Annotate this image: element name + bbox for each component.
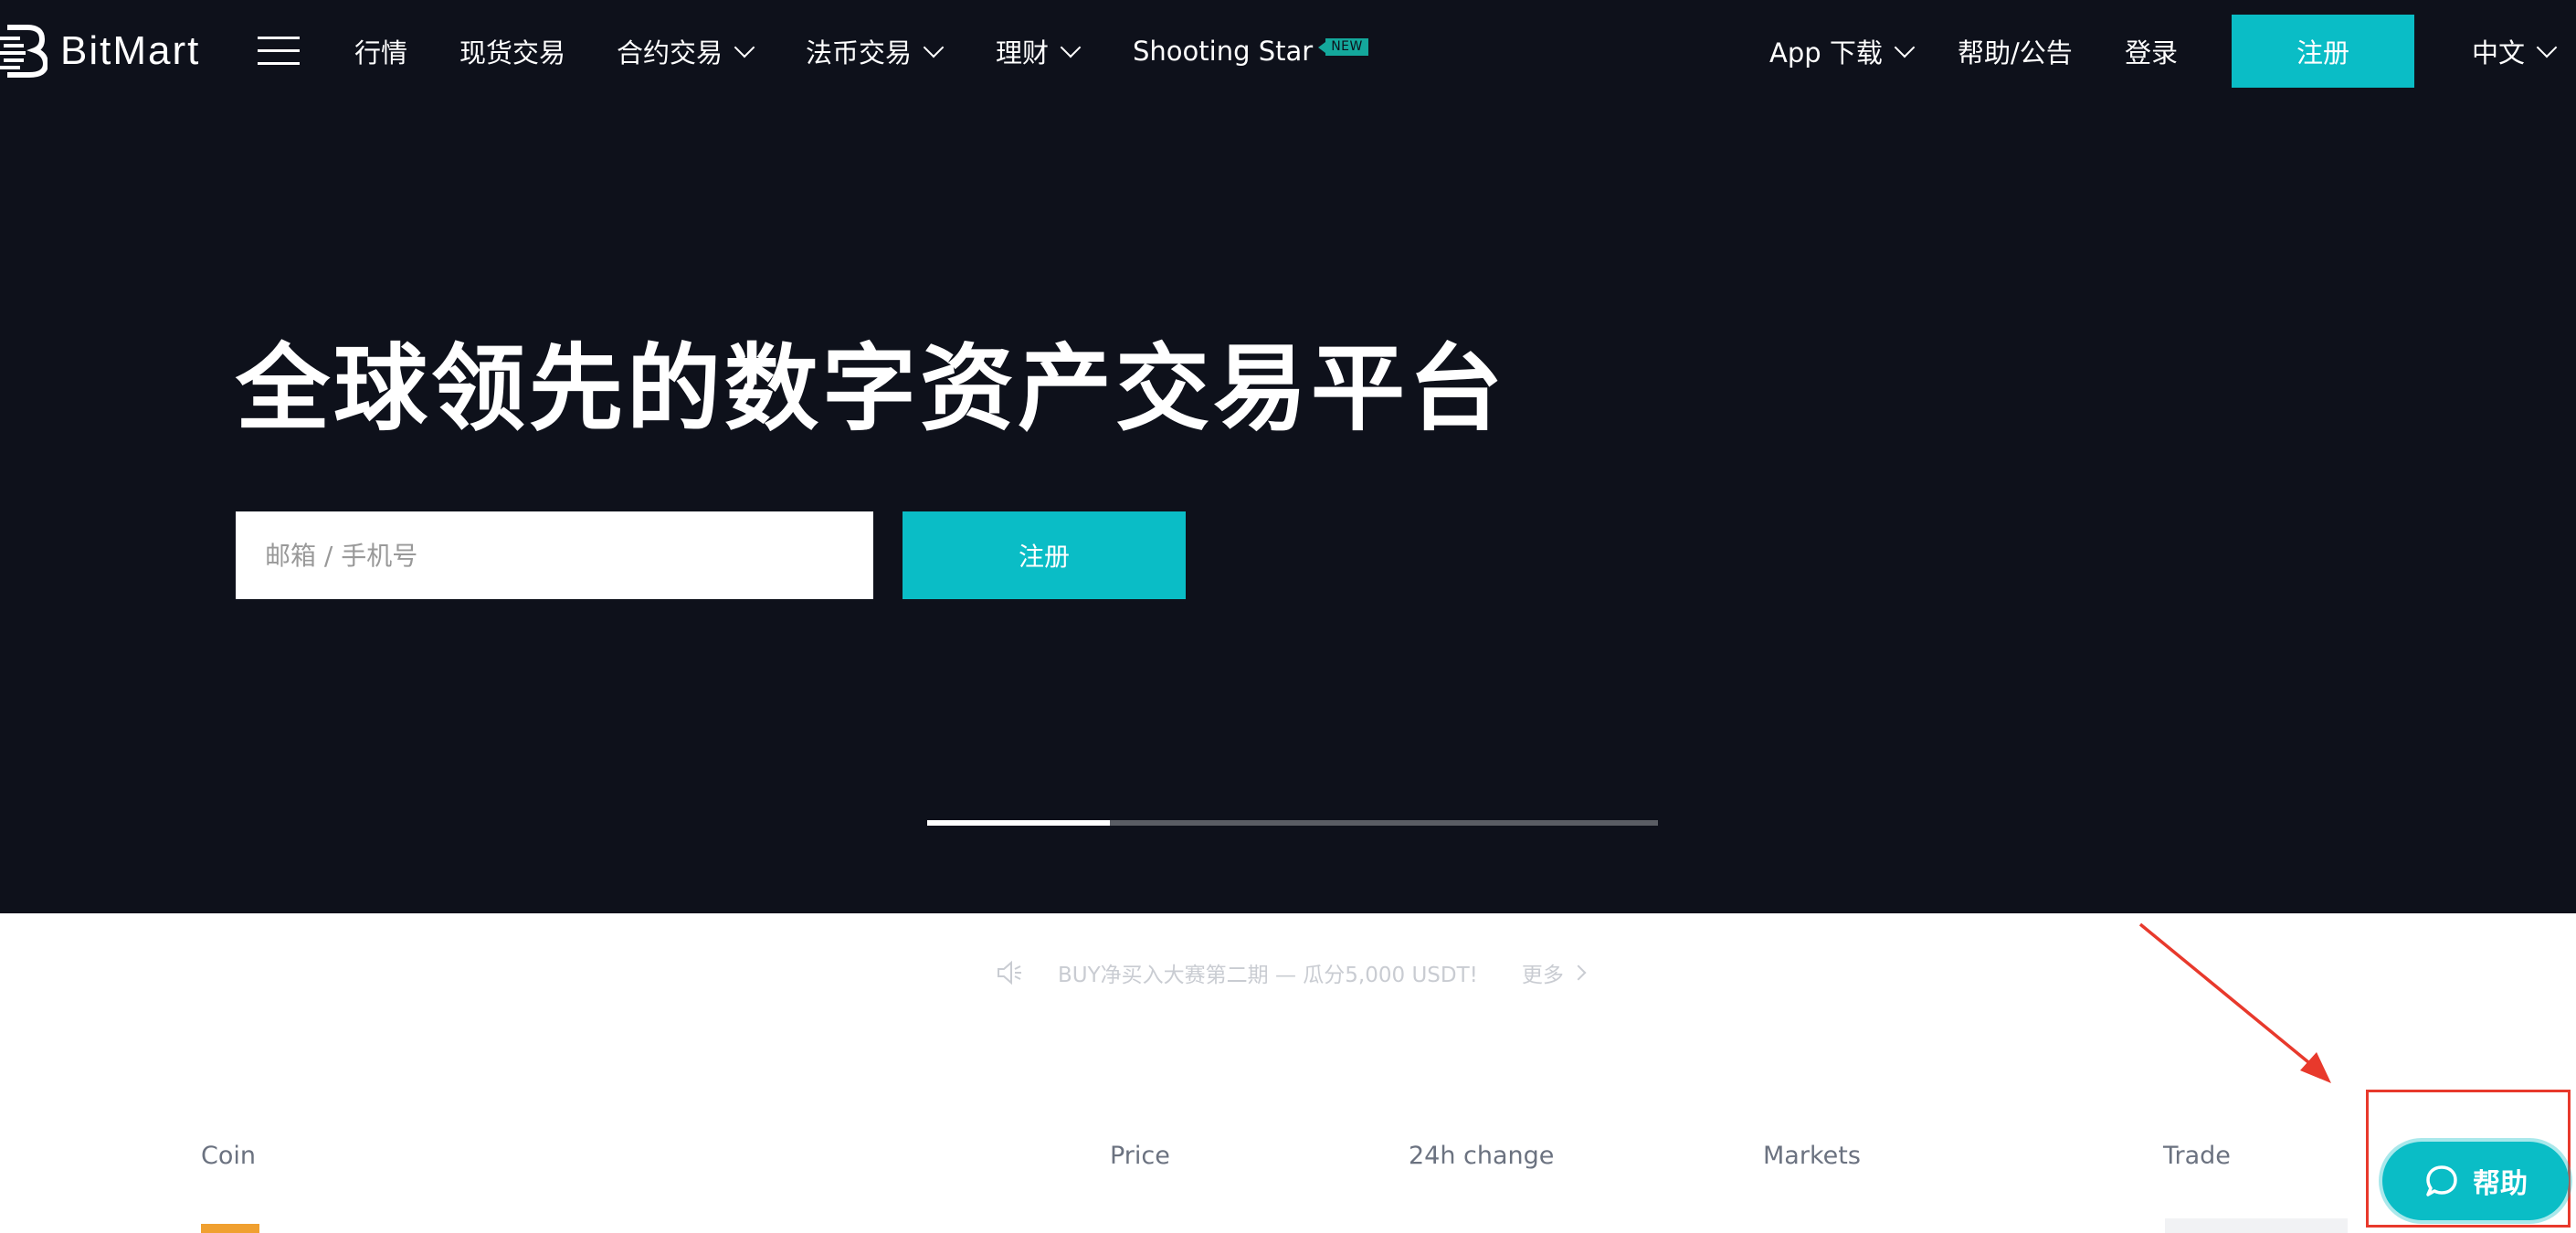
announcement-text[interactable]: BUY净买入大赛第二期 — 瓜分5,000 USDT! — [1058, 957, 1478, 988]
hero-title: 全球领先的数字资产交易平台 — [236, 334, 1506, 444]
column-header-trade: Trade — [2163, 1142, 2231, 1170]
nav-item-label: 现货交易 — [459, 37, 566, 68]
hero-banner: 全球领先的数字资产交易平台 注册 — [0, 102, 2576, 913]
nav-item-help-announcement[interactable]: 帮助/公告 — [1958, 0, 2073, 102]
nav-item-spot-trading[interactable]: 现货交易 — [459, 0, 565, 102]
login-link[interactable]: 登录 — [2125, 0, 2178, 102]
chevron-down-icon — [1060, 37, 1082, 58]
nav-item-label: Shooting Star — [1133, 36, 1314, 67]
column-header-price: Price — [1110, 1142, 1170, 1170]
register-label: 注册 — [2296, 37, 2349, 68]
logo-text: BitMart — [60, 28, 201, 73]
bitmart-logo[interactable]: BitMart — [0, 24, 200, 79]
nav-item-label: App 下载 — [1769, 37, 1883, 68]
nav-item-shooting-star[interactable]: Shooting Star NEW — [1133, 0, 1368, 102]
nav-item-label: 合约交易 — [617, 37, 723, 68]
column-header-coin: Coin — [201, 1142, 256, 1170]
nav-item-market[interactable]: 行情 — [354, 0, 407, 102]
hero-register-button[interactable]: 注册 — [903, 511, 1186, 599]
speaker-icon — [998, 960, 1021, 985]
nav-item-app-download[interactable]: App 下载 — [1769, 0, 1916, 102]
column-header-24h-change: 24h change — [1409, 1142, 1555, 1170]
chevron-down-icon — [2536, 37, 2558, 58]
nav-item-label: 帮助/公告 — [1958, 37, 2073, 68]
top-nav: BitMart 行情 现货交易 合约交易 法币交易 理财 Shooting St… — [0, 0, 2576, 102]
login-label: 登录 — [2125, 37, 2179, 68]
email-phone-input[interactable] — [236, 511, 873, 599]
trade-button[interactable] — [2165, 1218, 2348, 1233]
nav-item-finance[interactable]: 理财 — [996, 0, 1082, 102]
chevron-down-icon — [1894, 37, 1916, 58]
chat-bubble-icon — [2426, 1165, 2457, 1196]
column-header-markets: Markets — [1763, 1142, 1861, 1170]
help-chat-button[interactable]: 帮助 — [2382, 1142, 2569, 1220]
more-label: 更多 — [1521, 964, 1564, 987]
nav-item-futures-trading[interactable]: 合约交易 — [617, 0, 755, 102]
menu-icon[interactable] — [258, 33, 300, 68]
nav-item-fiat-trading[interactable]: 法币交易 — [806, 0, 945, 102]
chevron-down-icon — [923, 37, 945, 58]
help-label: 帮助 — [2473, 1168, 2528, 1200]
nav-register-button[interactable]: 注册 — [2232, 15, 2414, 88]
new-badge: NEW — [1318, 37, 1368, 56]
announcement-bar: BUY净买入大赛第二期 — 瓜分5,000 USDT! 更多 — [996, 954, 1587, 991]
language-selector[interactable]: 中文 — [2472, 0, 2558, 102]
carousel-progress-fill — [927, 820, 1110, 826]
bitmart-logo-icon — [0, 25, 48, 78]
announcement-more-link[interactable]: 更多 — [1521, 957, 1587, 988]
carousel-progress-bar[interactable] — [927, 820, 1658, 826]
register-label: 注册 — [1018, 542, 1070, 572]
language-label: 中文 — [2472, 37, 2526, 68]
nav-item-label: 法币交易 — [806, 37, 913, 68]
coin-icon — [201, 1224, 259, 1233]
nav-item-label: 理财 — [996, 37, 1050, 68]
nav-item-label: 行情 — [354, 37, 408, 68]
chevron-down-icon — [734, 37, 755, 58]
chevron-right-icon — [1570, 964, 1587, 981]
